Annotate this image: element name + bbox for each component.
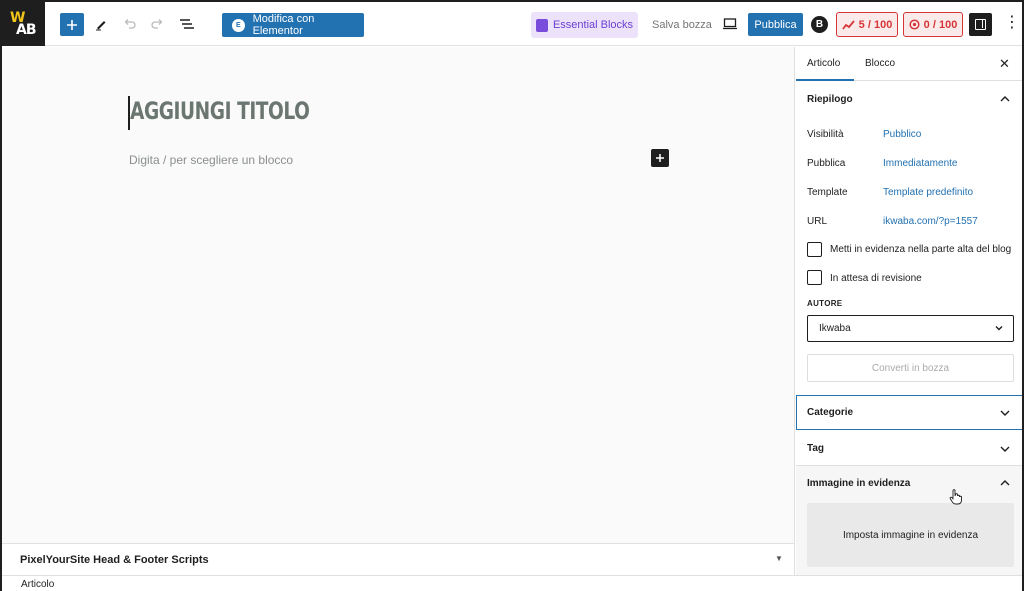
set-featured-image-button[interactable]: Imposta immagine in evidenza bbox=[807, 503, 1014, 567]
elementor-icon: E bbox=[232, 18, 245, 32]
block-breadcrumb: Articolo bbox=[2, 575, 1022, 591]
hand-cursor-icon bbox=[949, 489, 962, 505]
categories-title: Categorie bbox=[807, 407, 854, 418]
essential-blocks-button[interactable]: Essential Blocks bbox=[531, 12, 638, 38]
tools-button[interactable] bbox=[92, 15, 110, 33]
featured-image-title[interactable]: Immagine in evidenza bbox=[807, 478, 910, 489]
editor-canvas[interactable]: AGGIUNGI TITOLO Digita / per scegliere u… bbox=[2, 47, 795, 543]
redo-icon bbox=[151, 19, 163, 29]
site-logo[interactable]: W AB bbox=[2, 2, 45, 46]
sidebar-icon bbox=[975, 19, 986, 30]
tags-title: Tag bbox=[807, 443, 825, 454]
logo-text-bottom: AB bbox=[16, 22, 36, 38]
template-value[interactable]: Template predefinito bbox=[883, 187, 973, 198]
breadcrumb-item[interactable]: Articolo bbox=[21, 579, 54, 590]
settings-sidebar: Articolo Blocco ✕ Riepilogo Visibilità P… bbox=[796, 47, 1022, 575]
plus-icon bbox=[656, 154, 664, 162]
pencil-icon bbox=[96, 21, 106, 31]
tags-panel-header[interactable]: Tag bbox=[796, 431, 1022, 466]
editor-toolbar: W AB E Modifica con Elementor Essential … bbox=[2, 2, 1022, 46]
author-label: AUTORE bbox=[807, 299, 843, 308]
block-appender[interactable]: Digita / per scegliere un blocco bbox=[129, 153, 293, 167]
visibility-value[interactable]: Pubblico bbox=[883, 129, 921, 140]
chevron-down-icon bbox=[1000, 410, 1010, 416]
seo-chart-icon bbox=[841, 19, 855, 30]
author-select[interactable]: Ikwaba bbox=[807, 315, 1014, 342]
essential-blocks-label: Essential Blocks bbox=[552, 19, 634, 31]
more-options-icon[interactable]: ⋮ bbox=[1004, 15, 1020, 31]
visibility-label: Visibilità bbox=[807, 129, 844, 140]
template-label: Template bbox=[807, 187, 848, 198]
redo-button[interactable] bbox=[149, 15, 167, 33]
inline-inserter-button[interactable] bbox=[651, 149, 669, 167]
plus-icon bbox=[67, 19, 77, 30]
sticky-checkbox[interactable] bbox=[807, 242, 822, 257]
pending-review-label: In attesa di revisione bbox=[830, 273, 922, 284]
tab-blocco[interactable]: Blocco bbox=[865, 58, 895, 69]
document-overview-button[interactable] bbox=[178, 15, 196, 33]
chevron-up-icon bbox=[1000, 96, 1010, 102]
list-view-icon bbox=[180, 19, 194, 29]
author-selected-value: Ikwaba bbox=[819, 323, 851, 334]
undo-button[interactable] bbox=[120, 15, 138, 33]
summary-title: Riepilogo bbox=[807, 94, 853, 105]
publish-label: Pubblica bbox=[807, 158, 846, 169]
editor-window: W AB E Modifica con Elementor Essential … bbox=[0, 0, 1024, 591]
desktop-icon bbox=[723, 18, 737, 30]
chevron-down-icon bbox=[995, 326, 1003, 331]
sticky-checkbox-label: Metti in evidenza nella parte alta del b… bbox=[830, 244, 1012, 255]
save-draft-button[interactable]: Salva bozza bbox=[652, 19, 712, 31]
post-title-input[interactable]: AGGIUNGI TITOLO bbox=[130, 97, 310, 125]
block-inserter-button[interactable] bbox=[60, 13, 84, 36]
summary-panel-header[interactable]: Riepilogo bbox=[796, 81, 1022, 116]
publish-button[interactable]: Pubblica bbox=[748, 13, 803, 36]
switch-to-draft-button[interactable]: Converti in bozza bbox=[807, 354, 1014, 382]
metabox-title: PixelYourSite Head & Footer Scripts bbox=[20, 554, 209, 566]
tab-articolo[interactable]: Articolo bbox=[807, 58, 840, 69]
url-value[interactable]: ikwaba.com/?p=1557 bbox=[883, 216, 978, 227]
pending-review-checkbox[interactable] bbox=[807, 270, 822, 285]
readability-score-button[interactable]: 0 / 100 bbox=[903, 12, 963, 37]
readability-score-value: 0 / 100 bbox=[923, 18, 958, 31]
seo-score-button[interactable]: 5 / 100 bbox=[836, 12, 898, 37]
seo-score-value: 5 / 100 bbox=[858, 18, 893, 31]
categories-panel-header[interactable]: Categorie bbox=[796, 395, 1022, 430]
url-label: URL bbox=[807, 216, 828, 227]
settings-sidebar-toggle[interactable] bbox=[969, 13, 992, 36]
readability-icon bbox=[909, 19, 920, 30]
close-icon[interactable]: ✕ bbox=[999, 56, 1010, 72]
elementor-button-label: Modifica con Elementor bbox=[252, 13, 315, 37]
edit-with-elementor-button[interactable]: E Modifica con Elementor bbox=[222, 13, 364, 37]
chevron-down-icon bbox=[1000, 446, 1010, 452]
undo-icon bbox=[124, 19, 136, 29]
essential-blocks-icon bbox=[535, 18, 548, 32]
b-plugin-button[interactable]: B bbox=[811, 16, 828, 33]
preview-button[interactable] bbox=[722, 17, 738, 36]
publish-value[interactable]: Immediatamente bbox=[883, 158, 957, 169]
featured-image-panel: Immagine in evidenza Imposta immagine in… bbox=[796, 466, 1022, 575]
pixelyoursite-metabox[interactable]: PixelYourSite Head & Footer Scripts ▼ bbox=[2, 543, 795, 575]
sidebar-tabs: Articolo Blocco ✕ bbox=[796, 47, 1022, 81]
caret-down-icon[interactable]: ▼ bbox=[775, 554, 783, 563]
chevron-up-icon[interactable] bbox=[999, 478, 1011, 488]
